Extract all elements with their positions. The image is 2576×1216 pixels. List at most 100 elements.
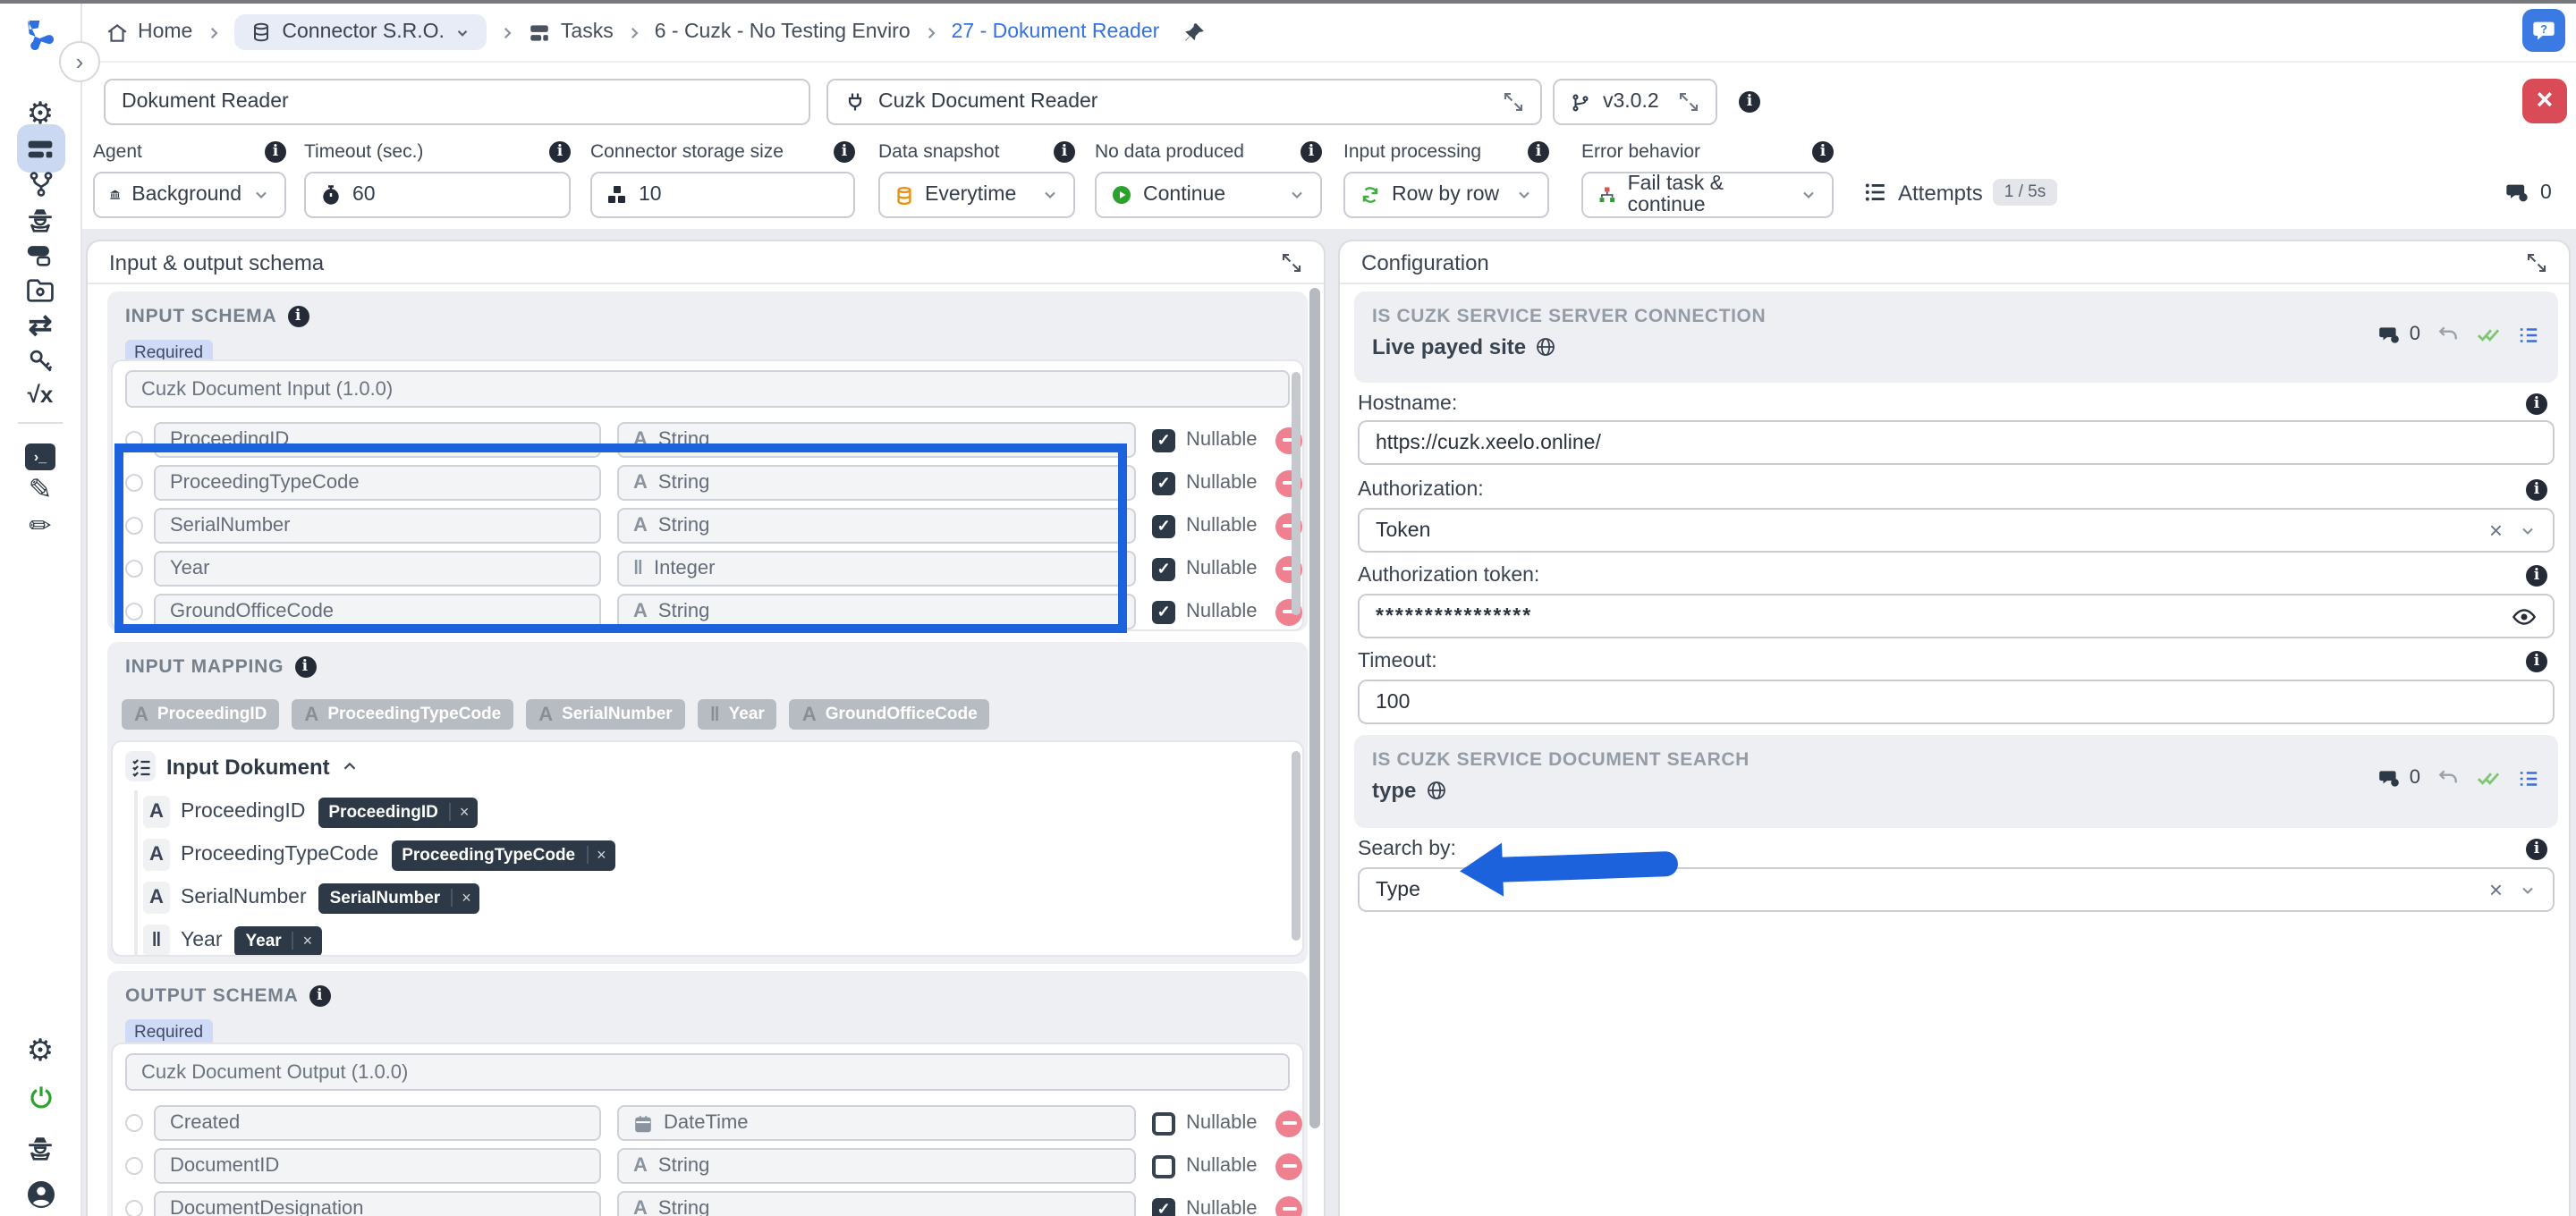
list-icon[interactable] (2517, 323, 2540, 346)
remove-column-button[interactable] (1275, 1195, 1302, 1216)
column-name-input[interactable]: DocumentID (154, 1148, 601, 1184)
task-comments[interactable]: 0 (2504, 181, 2552, 206)
config-timeout-input[interactable]: 100 (1358, 680, 2555, 724)
connector-select[interactable]: Cuzk Document Reader (826, 79, 1542, 125)
info-icon[interactable] (2526, 479, 2547, 501)
mapping-tag[interactable]: AProceedingID (122, 699, 279, 730)
info-icon[interactable] (2526, 565, 2547, 587)
expand-icon[interactable] (1281, 251, 1302, 273)
error-select[interactable]: Fail task & continue (1581, 172, 1834, 218)
info-icon[interactable] (294, 656, 316, 678)
nullable-checkbox[interactable] (1152, 514, 1175, 537)
timeout-input[interactable]: 60 (304, 172, 571, 218)
row-radio[interactable] (125, 1114, 143, 1132)
info-icon[interactable] (1528, 140, 1549, 162)
validate-check-icon[interactable] (2476, 322, 2501, 347)
column-name-input[interactable]: Created (154, 1105, 601, 1141)
undo-icon[interactable] (2436, 766, 2460, 790)
column-type-input[interactable]: DateTime (617, 1105, 1136, 1141)
close-task-button[interactable] (2522, 79, 2567, 123)
breadcrumb-tasks[interactable]: Tasks (529, 21, 614, 44)
clear-icon[interactable] (2489, 517, 2503, 544)
remove-chip-icon[interactable] (449, 803, 479, 821)
info-icon[interactable] (549, 140, 571, 162)
expand-icon[interactable] (1678, 91, 1699, 113)
version-select[interactable]: v3.0.2 (1553, 79, 1717, 125)
clear-icon[interactable] (2489, 876, 2503, 903)
help-button[interactable]: ? (2522, 9, 2565, 52)
impersonate-icon[interactable] (21, 1128, 60, 1168)
terminal-icon[interactable] (21, 436, 60, 476)
undo-icon[interactable] (2436, 323, 2460, 346)
breadcrumb-group[interactable]: 6 - Cuzk - No Testing Enviro (655, 21, 911, 43)
user-avatar-icon[interactable] (21, 1175, 60, 1214)
collapse-caret-icon[interactable] (341, 756, 360, 776)
tree-header[interactable]: Input Dokument (113, 742, 1302, 790)
mapping-tag[interactable]: AProceedingTypeCode (292, 699, 513, 730)
row-radio[interactable] (125, 1200, 143, 1216)
authorization-select[interactable]: Token (1358, 508, 2555, 553)
input-dataset-field[interactable]: Cuzk Document Input (1.0.0) (125, 370, 1290, 408)
input-schema-scrollbar[interactable] (1292, 372, 1301, 615)
mapping-tag[interactable]: AGroundOfficeCode (790, 699, 990, 730)
info-icon[interactable] (1054, 140, 1075, 162)
attempts-control[interactable]: Attempts 1 / 5s (1864, 179, 2056, 206)
processing-select[interactable]: Row by row (1343, 172, 1549, 218)
column-type-input[interactable]: AString (617, 1148, 1136, 1184)
expand-icon[interactable] (2526, 251, 2547, 273)
eye-icon[interactable] (2512, 604, 2537, 629)
formula-icon[interactable] (21, 376, 60, 415)
info-icon[interactable] (834, 140, 855, 162)
nullable-checkbox[interactable] (1152, 1154, 1175, 1178)
expand-icon[interactable] (1503, 91, 1524, 113)
info-icon[interactable] (2526, 393, 2547, 415)
list-icon[interactable] (2517, 766, 2540, 790)
app-logo[interactable] (21, 14, 60, 54)
schema-panel-scrollbar[interactable] (1309, 288, 1320, 1128)
remove-chip-icon[interactable] (451, 889, 480, 907)
remove-chip-icon[interactable] (586, 846, 615, 864)
breadcrumb-workspace[interactable]: Connector S.R.O. (233, 14, 487, 50)
chat-bubbles-icon[interactable] (2377, 766, 2401, 790)
storage-input[interactable]: 10 (590, 172, 855, 218)
chat-bubbles-icon[interactable] (2377, 323, 2401, 346)
info-icon[interactable] (1739, 91, 1760, 113)
edit-pencil-icon[interactable] (21, 508, 60, 547)
remove-column-button[interactable] (1275, 1153, 1302, 1179)
info-icon[interactable] (2526, 839, 2547, 860)
validate-check-icon[interactable] (2476, 765, 2501, 790)
nullable-checkbox[interactable] (1152, 471, 1175, 494)
nullable-checkbox[interactable] (1152, 1111, 1175, 1135)
project-folder-icon[interactable] (21, 270, 60, 309)
info-icon[interactable] (1301, 140, 1322, 162)
bottom-settings-icon[interactable] (21, 1032, 60, 1071)
column-type-input[interactable]: AString (617, 1191, 1136, 1216)
branch-icon[interactable] (21, 165, 60, 204)
nullable-checkbox[interactable] (1152, 557, 1175, 580)
info-icon[interactable] (265, 140, 286, 162)
design-pen-icon[interactable] (21, 472, 60, 511)
power-icon[interactable] (21, 1078, 60, 1118)
nullable-checkbox[interactable] (1152, 1197, 1175, 1216)
task-name-input[interactable]: Dokument Reader (104, 79, 810, 125)
sidebar-expand-button[interactable] (59, 41, 100, 82)
snapshot-select[interactable]: Everytime (878, 172, 1075, 218)
agent-select[interactable]: Background (93, 172, 286, 218)
no-data-select[interactable]: Continue (1095, 172, 1322, 218)
remove-chip-icon[interactable] (292, 932, 322, 950)
info-icon[interactable] (2526, 651, 2547, 672)
camera-icon[interactable] (21, 234, 60, 274)
info-icon[interactable] (1812, 140, 1834, 162)
pin-icon[interactable] (1182, 21, 1206, 44)
column-name-input[interactable]: DocumentDesignation (154, 1191, 601, 1216)
info-icon[interactable] (309, 985, 331, 1007)
hostname-input[interactable]: https://cuzk.xeelo.online/ (1358, 420, 2555, 465)
mapping-tag[interactable]: ASerialNumber (526, 699, 684, 730)
breadcrumb-home[interactable]: Home (106, 21, 192, 44)
auth-token-input[interactable]: **************** (1358, 594, 2555, 638)
tree-scrollbar[interactable] (1292, 751, 1301, 941)
nullable-checkbox[interactable] (1152, 428, 1175, 452)
info-icon[interactable] (287, 306, 309, 327)
output-dataset-field[interactable]: Cuzk Document Output (1.0.0) (125, 1053, 1290, 1091)
row-radio[interactable] (125, 1157, 143, 1175)
